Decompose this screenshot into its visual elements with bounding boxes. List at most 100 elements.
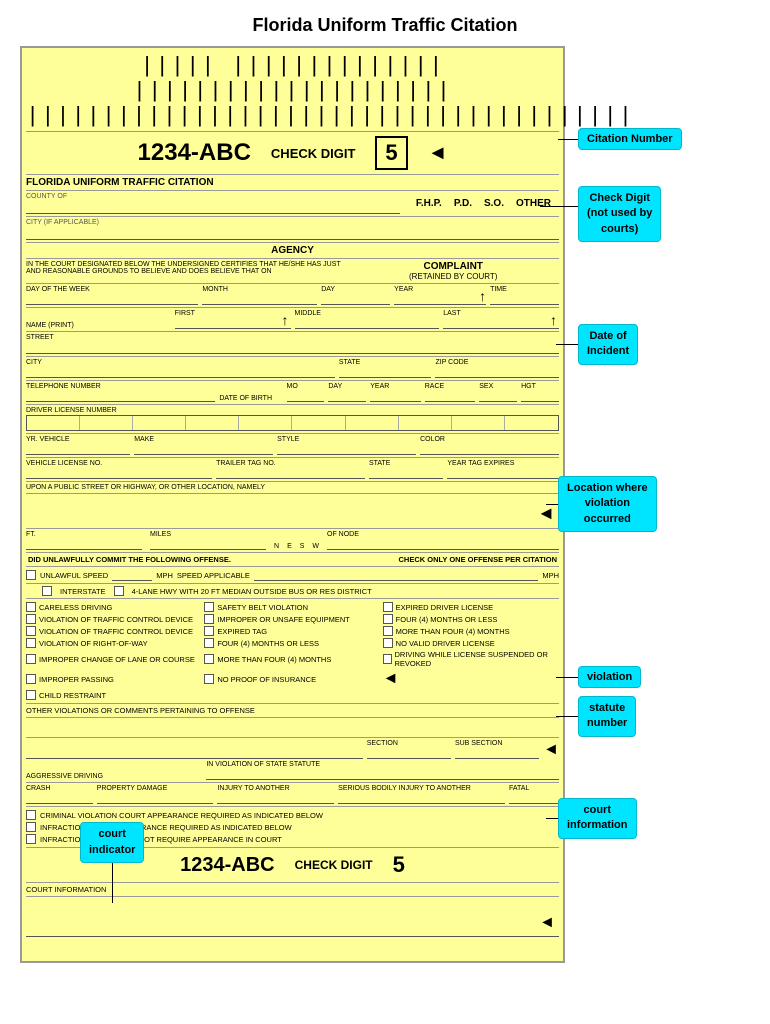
careless-driving-checkbox[interactable] — [26, 602, 36, 612]
traffic-control1-label: VIOLATION OF TRAFFIC CONTROL DEVICE — [39, 615, 193, 624]
court-info-arrow: ◄ — [539, 914, 555, 932]
sex-label: SEX — [479, 383, 493, 390]
month-label: MONTH — [202, 286, 228, 293]
infraction-court-checkbox[interactable] — [26, 822, 36, 832]
miles-label: MILES — [150, 531, 171, 538]
trailer-tag-label: TRAILER TAG NO. — [216, 460, 276, 467]
no-proof-insurance-label: NO PROOF OF INSURANCE — [217, 675, 316, 684]
no-valid-dl-checkbox[interactable] — [383, 638, 393, 648]
year-tag-label: YEAR TAG EXPIRES — [447, 460, 514, 467]
agency-label: AGENCY — [26, 243, 559, 259]
criminal-court-checkbox[interactable] — [26, 810, 36, 820]
child-restraint-label: CHILD RESTRAINT — [39, 691, 106, 700]
interstate-checkbox[interactable] — [42, 586, 52, 596]
section-label: SECTION — [367, 740, 398, 747]
race-label: RACE — [425, 383, 444, 390]
state2-label: STATE — [369, 460, 391, 467]
so-option[interactable]: S.O. — [484, 198, 504, 209]
vehicle-license-label: VEHICLE LICENSE NO. — [26, 460, 102, 467]
location-area[interactable]: ◄ — [26, 494, 559, 529]
day-of-week-label: DAY OF THE WEEK — [26, 286, 90, 293]
careless-driving-label: CARELESS DRIVING — [39, 603, 112, 612]
four-months-less1-label: FOUR (4) MONTHS OR LESS — [396, 615, 498, 624]
improper-passing-checkbox[interactable] — [26, 674, 36, 684]
bottom-citation-number: 1234-ABC — [180, 854, 274, 877]
four-lane-checkbox[interactable] — [114, 586, 124, 596]
driving-suspended-checkbox[interactable] — [383, 654, 392, 664]
fatal-label: FATAL — [509, 785, 529, 792]
location-label: UPON A PUBLIC STREET OR HIGHWAY, OR OTHE… — [26, 482, 559, 494]
pd-option[interactable]: P.D. — [454, 198, 472, 209]
complaint-label: COMPLAINT — [347, 261, 559, 272]
safety-belt-checkbox[interactable] — [204, 602, 214, 612]
property-damage-label: PROPERTY DAMAGE — [97, 785, 168, 792]
more-four-months1-checkbox[interactable] — [383, 626, 393, 636]
first-label: FIRST — [175, 310, 195, 317]
injury-another-label: INJURY TO ANOTHER — [217, 785, 289, 792]
serious-bodily-label: SERIOUS BODILY INJURY TO ANOTHER — [338, 785, 471, 792]
traffic-control2-checkbox[interactable] — [26, 626, 36, 636]
check-digit-label: CHECK DIGIT — [271, 146, 356, 161]
year-label: YEAR — [394, 286, 413, 293]
citation-number-row: 1234-ABC CHECK DIGIT 5 ◄ — [26, 132, 559, 175]
hgt-label: HGT — [521, 383, 536, 390]
improper-unsafe-checkbox[interactable] — [204, 614, 214, 624]
child-restraint-checkbox[interactable] — [26, 690, 36, 700]
more-four-months2-checkbox[interactable] — [204, 654, 214, 664]
unlawful-speed-label: UNLAWFUL SPEED — [40, 571, 108, 580]
ft-label: FT. — [26, 531, 36, 538]
infraction-no-court-checkbox[interactable] — [26, 834, 36, 844]
more-four-months1-label: MORE THAN FOUR (4) MONTHS — [396, 627, 510, 636]
four-months-less2-label: FOUR (4) MONTHS OR LESS — [217, 639, 319, 648]
citation-number: 1234-ABC — [138, 139, 251, 167]
right-of-way-checkbox[interactable] — [26, 638, 36, 648]
n-label: N — [274, 543, 279, 550]
unlawful-speed-checkbox[interactable] — [26, 570, 36, 580]
aggressive-driving-label: AGGRESSIVE DRIVING — [26, 773, 103, 780]
no-valid-dl-label: NO VALID DRIVER LICENSE — [396, 639, 495, 648]
improper-passing-label: IMPROPER PASSING — [39, 675, 114, 684]
location-callout: Location whereviolationoccurred — [558, 476, 657, 532]
form-title: FLORIDA UNIFORM TRAFFIC CITATION — [26, 177, 214, 188]
infraction-no-court-label: INFRACTION WHICH DOES NOT REQUIRE APPEAR… — [40, 835, 282, 844]
time-label: TIME — [490, 286, 507, 293]
change-lane-checkbox[interactable] — [26, 654, 36, 664]
one-offense: CHECK ONLY ONE OFFENSE PER CITATION — [399, 555, 558, 564]
four-months-less2-checkbox[interactable] — [204, 638, 214, 648]
four-months-less1-checkbox[interactable] — [383, 614, 393, 624]
traffic-control1-checkbox[interactable] — [26, 614, 36, 624]
expired-dl-checkbox[interactable] — [383, 602, 393, 612]
more-four-months2-label: MORE THAN FOUR (4) MONTHS — [217, 655, 331, 664]
s-label: S — [300, 543, 305, 550]
four-lane-label: 4-LANE HWY WITH 20 FT MEDIAN OUTSIDE BUS… — [132, 587, 372, 596]
day2-label: DAY — [328, 383, 342, 390]
middle-label: MIDDLE — [295, 310, 321, 317]
court-info-area[interactable]: ◄ — [26, 897, 559, 937]
mph-label2: MPH — [542, 571, 559, 580]
fhp-option[interactable]: F.H.P. — [416, 198, 442, 209]
style-label: STYLE — [277, 436, 299, 443]
statute-callout: statutenumber — [578, 696, 636, 737]
court-indicator-callout: courtindicator — [80, 822, 144, 863]
barcode: ||||| |||||||||||||| |||||||||||||||||||… — [26, 52, 559, 132]
interstate-label: INTERSTATE — [60, 587, 106, 596]
color-label: COLOR — [420, 436, 445, 443]
yr-vehicle-label: YR. VEHICLE — [26, 436, 70, 443]
day-label: DAY — [321, 286, 335, 293]
of-node-label: OF NODE — [327, 531, 359, 538]
in-violation-label: IN VIOLATION OF STATE STATUTE — [206, 761, 320, 768]
make-label: MAKE — [134, 436, 154, 443]
criminal-court-label: CRIMINAL VIOLATION COURT APPEARANCE REQU… — [40, 811, 323, 820]
bottom-check-value: 5 — [393, 852, 405, 878]
right-of-way-label: VIOLATION OF RIGHT-OF-WAY — [39, 639, 148, 648]
county-label: COUNTY OF — [26, 193, 400, 200]
expired-dl-label: EXPIRED DRIVER LICENSE — [396, 603, 494, 612]
statute-arrow: ◄ — [543, 741, 559, 759]
other-violations-label: OTHER VIOLATIONS OR COMMENTS PERTAINING … — [26, 704, 559, 718]
change-lane-label: IMPROPER CHANGE OF LANE OR COURSE — [39, 655, 195, 664]
name-label: NAME (PRINT) — [26, 322, 74, 329]
expired-tag-checkbox[interactable] — [204, 626, 214, 636]
no-proof-insurance-checkbox[interactable] — [204, 674, 214, 684]
w-label: W — [312, 543, 319, 550]
mo-label: MO — [287, 383, 298, 390]
